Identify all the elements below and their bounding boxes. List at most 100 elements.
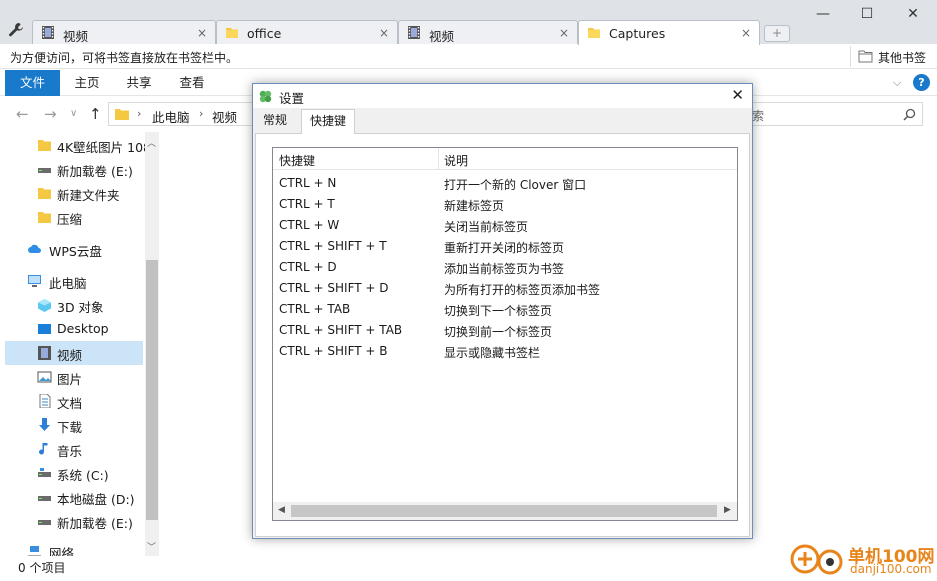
nav-item-drive-e[interactable]: 新加载卷 (E:) [5, 157, 143, 181]
table-row[interactable]: CTRL + T 新建标签页 [273, 194, 737, 215]
column-divider[interactable] [438, 148, 439, 170]
address-bar[interactable]: › 此电脑 › 视频 [108, 102, 256, 126]
ribbon-tab-share[interactable]: 共享 [114, 70, 164, 96]
back-arrow-icon[interactable]: ← [16, 105, 29, 123]
close-icon[interactable]: ✕ [731, 86, 744, 104]
drive-icon [38, 496, 51, 501]
watermark: 单机100网 danji100.com [790, 540, 937, 581]
chevron-right-icon[interactable]: ▶ [724, 505, 731, 515]
shortcut-description: 切换到下一个标签页 [444, 304, 553, 318]
close-icon[interactable]: × [197, 26, 207, 40]
list-header: 快捷键 说明 [273, 148, 737, 170]
nav-item-drive-e-2[interactable]: 新加载卷 (E:) [5, 509, 143, 533]
nav-item-new-folder[interactable]: 新建文件夹 [5, 181, 143, 205]
nav-item-downloads[interactable]: 下载 [5, 413, 143, 437]
table-row[interactable]: CTRL + W 关闭当前标签页 [273, 215, 737, 236]
shortcut-description: 切换到前一个标签页 [444, 325, 553, 339]
nav-item-label: 系统 (C:) [57, 468, 109, 483]
nav-item-pictures[interactable]: 图片 [5, 365, 143, 389]
minimize-button[interactable]: — [808, 4, 838, 24]
tab-general[interactable]: 常规 [255, 109, 295, 133]
breadcrumb-this-pc[interactable]: 此电脑 [152, 107, 190, 126]
settings-dialog: 设置 ✕ 常规 快捷键 快捷键 说明 CTRL + N 打开一个新的 Clove… [252, 83, 753, 539]
folder-icon [858, 50, 873, 63]
up-arrow-icon[interactable]: ↑ [89, 105, 102, 123]
tab-office[interactable]: office × [216, 20, 398, 44]
scrollbar-thumb[interactable] [291, 505, 717, 517]
chevron-right-icon: › [137, 107, 142, 120]
column-header-description[interactable]: 说明 [444, 152, 468, 169]
shortcut-key: CTRL + W [279, 218, 340, 232]
other-bookmarks-button[interactable]: 其他书签 [850, 46, 934, 67]
nav-item-compress[interactable]: 压缩 [5, 205, 143, 229]
chevron-down-icon[interactable]: ﹀ [147, 540, 156, 553]
help-icon[interactable]: ? [913, 74, 930, 91]
nav-item-documents[interactable]: 文档 [5, 389, 143, 413]
forward-arrow-icon[interactable]: → [44, 105, 57, 123]
nav-item-this-pc[interactable]: 此电脑 [5, 269, 143, 293]
chevron-down-icon[interactable]: ∨ [70, 108, 77, 119]
scrollbar-thumb[interactable] [146, 260, 158, 520]
new-tab-button[interactable]: + [764, 25, 790, 42]
cube-icon [38, 299, 51, 312]
shortcut-key: CTRL + SHIFT + B [279, 344, 388, 358]
wrench-icon[interactable] [8, 22, 24, 38]
close-icon[interactable]: × [559, 26, 569, 40]
chevron-down-icon[interactable]: ⌵ [893, 76, 901, 90]
close-window-button[interactable]: ✕ [898, 4, 928, 24]
shortcut-description: 打开一个新的 Clover 窗口 [444, 178, 587, 192]
tab-label: 视频 [63, 29, 89, 44]
navigation-pane: 4K壁纸图片 108 新加载卷 (E:) 新建文件夹 压缩 WPS云盘 此电脑 … [0, 132, 160, 556]
tab-captures[interactable]: Captures × [578, 20, 760, 45]
ribbon-tab-home[interactable]: 主页 [62, 70, 112, 96]
close-icon[interactable]: × [741, 26, 751, 40]
nav-item-drive-c[interactable]: 系统 (C:) [5, 461, 143, 485]
nav-item-label: 音乐 [57, 444, 83, 459]
tab-label: 视频 [429, 29, 455, 44]
nav-item-label: WPS云盘 [49, 244, 102, 259]
breadcrumb-video[interactable]: 视频 [212, 107, 237, 126]
search-icon[interactable] [903, 108, 916, 121]
column-header-shortcut[interactable]: 快捷键 [279, 152, 315, 169]
nav-item-4k-wallpaper[interactable]: 4K壁纸图片 108 [5, 133, 151, 157]
nav-item-video[interactable]: 视频 [5, 341, 143, 365]
table-row[interactable]: CTRL + SHIFT + D 为所有打开的标签页添加书签 [273, 278, 737, 299]
nav-item-music[interactable]: 音乐 [5, 437, 143, 461]
table-row[interactable]: CTRL + D 添加当前标签页为书签 [273, 257, 737, 278]
tab-shortcuts[interactable]: 快捷键 [301, 109, 356, 134]
nav-item-label: 下载 [57, 420, 83, 435]
shortcut-list[interactable]: 快捷键 说明 CTRL + N 打开一个新的 Clover 窗口 CTRL + … [272, 147, 738, 521]
document-icon [39, 394, 51, 408]
table-row[interactable]: CTRL + SHIFT + T 重新打开关闭的标签页 [273, 236, 737, 257]
nav-item-drive-d[interactable]: 本地磁盘 (D:) [5, 485, 143, 509]
folder-icon [226, 28, 238, 38]
ribbon-tab-file[interactable]: 文件 [5, 70, 60, 96]
chevron-right-icon: › [199, 107, 204, 120]
tab-video-2[interactable]: 视频 × [398, 20, 578, 44]
nav-item-wps-cloud[interactable]: WPS云盘 [5, 237, 143, 261]
table-row[interactable]: CTRL + SHIFT + TAB 切换到前一个标签页 [273, 320, 737, 341]
close-icon[interactable]: × [379, 26, 389, 40]
chevron-up-icon[interactable]: ︿ [147, 136, 156, 149]
chevron-left-icon[interactable]: ◀ [278, 505, 285, 515]
search-placeholder: 索 [752, 109, 765, 123]
tab-video-1[interactable]: 视频 × [32, 20, 216, 44]
nav-item-network[interactable]: 网络 [5, 539, 143, 556]
nav-item-label: 文档 [57, 396, 83, 411]
table-row[interactable]: CTRL + SHIFT + B 显示或隐藏书签栏 [273, 341, 737, 362]
table-row[interactable]: CTRL + TAB 切换到下一个标签页 [273, 299, 737, 320]
shortcuts-panel: 快捷键 说明 CTRL + N 打开一个新的 Clover 窗口 CTRL + … [255, 133, 750, 537]
title-bar: 视频 × office × 视频 × Captures × + — ☐ ✕ [0, 0, 937, 45]
table-row[interactable]: CTRL + N 打开一个新的 Clover 窗口 [273, 173, 737, 194]
maximize-button[interactable]: ☐ [852, 4, 882, 24]
nav-scrollbar[interactable]: ︿ ﹀ [145, 132, 159, 556]
nav-item-desktop[interactable]: Desktop [5, 317, 143, 341]
nav-item-label: 压缩 [57, 212, 83, 227]
bookmark-hint: 为方便访问，可将书签直接放在书签栏中。 [10, 51, 239, 65]
search-input[interactable]: 索 [745, 102, 923, 126]
ribbon-tab-view[interactable]: 查看 [166, 70, 218, 96]
clover-icon [259, 90, 272, 103]
folder-icon [38, 140, 51, 151]
nav-item-3d-objects[interactable]: 3D 对象 [5, 293, 143, 317]
horizontal-scrollbar[interactable]: ◀ ▶ [273, 502, 737, 520]
